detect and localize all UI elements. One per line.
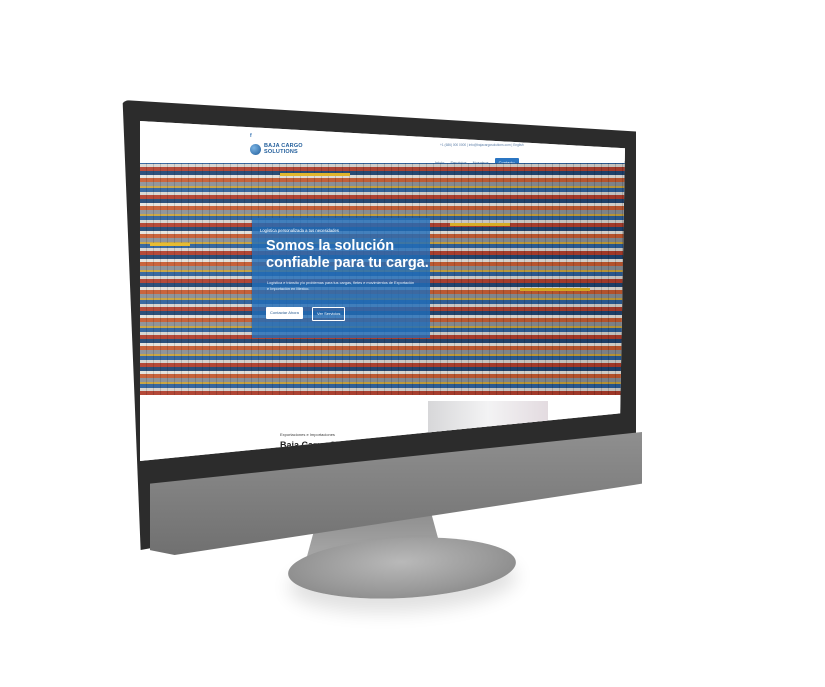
crane-overlay	[450, 223, 510, 226]
facebook-icon[interactable]: f	[250, 133, 252, 139]
hero-banner: Logística personalizada a tus necesidade…	[140, 163, 625, 395]
crane-overlay	[280, 173, 350, 176]
view-services-button[interactable]: Ver Servicios	[312, 307, 346, 321]
monitor-screen: f +1 (686) 000 0000 | info@bajacargosolu…	[140, 121, 625, 461]
section-kicker: Exportaciones e Importaciones	[280, 432, 335, 437]
crane-overlay	[150, 243, 190, 246]
logo-text: BAJA CARGO SOLUTIONS	[264, 143, 303, 155]
contact-line: +1 (686) 000 0000 | info@bajacargosoluti…	[440, 143, 524, 147]
hero-subtitle: Logística e tránsito y/o problemas para …	[267, 281, 415, 291]
hero-title: Somos la solución confiable para tu carg…	[266, 238, 429, 271]
globe-icon	[250, 144, 261, 155]
monitor-mockup: f +1 (686) 000 0000 | info@bajacargosolu…	[0, 0, 825, 687]
site-logo[interactable]: BAJA CARGO SOLUTIONS	[250, 143, 303, 155]
contact-now-button[interactable]: Contactar Ahora	[266, 307, 303, 319]
crane-overlay	[520, 288, 590, 291]
logo-line-2: SOLUTIONS	[264, 148, 298, 155]
hero-kicker: Logística personalizada a tus necesidade…	[260, 228, 339, 233]
hero-card: Logística personalizada a tus necesidade…	[252, 218, 430, 338]
